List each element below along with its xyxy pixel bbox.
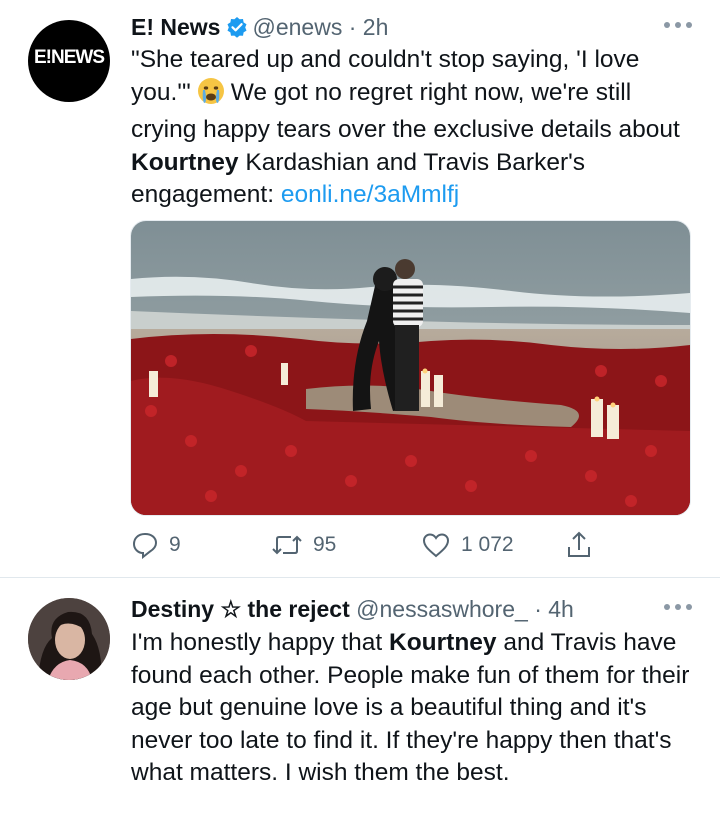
tweet-time[interactable]: 4h bbox=[548, 596, 574, 622]
text-highlight: Kourtney bbox=[389, 629, 497, 656]
retweet-count: 95 bbox=[313, 533, 337, 556]
avatar-photo bbox=[28, 598, 110, 680]
avatar[interactable]: E!NEWS bbox=[28, 20, 110, 102]
retweet-icon bbox=[271, 531, 303, 559]
tweet-text: "She teared up and couldn't stop saying,… bbox=[131, 44, 696, 212]
author-handle[interactable]: @nessaswhore_ bbox=[356, 596, 528, 622]
tweet-header: E! News @enews · 2h bbox=[131, 12, 388, 45]
author-handle[interactable]: @enews bbox=[252, 14, 342, 40]
tweet-actions: 9 95 1 072 bbox=[131, 528, 611, 562]
like-icon bbox=[421, 531, 451, 559]
more-icon[interactable] bbox=[664, 22, 694, 32]
text-start: I'm honestly happy that bbox=[131, 629, 383, 656]
text-highlight: Kourtney bbox=[131, 148, 239, 176]
retweet-button[interactable]: 95 bbox=[271, 528, 336, 562]
tweet-time[interactable]: 2h bbox=[363, 14, 389, 40]
tweet-photo[interactable] bbox=[130, 220, 691, 516]
like-count: 1 072 bbox=[461, 533, 514, 556]
share-button[interactable] bbox=[565, 528, 593, 562]
crying-face-emoji bbox=[197, 77, 225, 115]
tweet-header: Destiny ☆ the reject @nessaswhore_ · 4h bbox=[131, 594, 574, 624]
tweet-reply-destiny[interactable]: Destiny ☆ the reject @nessaswhore_ · 4h … bbox=[0, 578, 720, 821]
reply-icon bbox=[131, 531, 159, 559]
reply-count: 9 bbox=[169, 533, 181, 556]
separator: · bbox=[342, 14, 363, 40]
separator: · bbox=[527, 596, 549, 622]
avatar[interactable] bbox=[28, 598, 110, 680]
author-name[interactable]: E! News bbox=[131, 14, 220, 40]
author-name[interactable]: Destiny ☆ the reject bbox=[131, 596, 350, 622]
like-button[interactable]: 1 072 bbox=[421, 528, 514, 562]
reply-button[interactable]: 9 bbox=[131, 528, 181, 562]
verified-badge-icon bbox=[226, 15, 248, 45]
more-icon[interactable] bbox=[664, 604, 694, 614]
tweet-link[interactable]: eonli.ne/3aMmlfj bbox=[281, 181, 459, 208]
avatar-logo: E!NEWS bbox=[34, 47, 105, 68]
share-icon bbox=[565, 530, 593, 560]
beach-proposal-photo bbox=[131, 221, 690, 515]
tweet-enews[interactable]: E!NEWS E! News @enews · 2h "She teared up… bbox=[0, 0, 720, 577]
tweet-text: I'm honestly happy that Kourtney and Tra… bbox=[131, 627, 696, 790]
